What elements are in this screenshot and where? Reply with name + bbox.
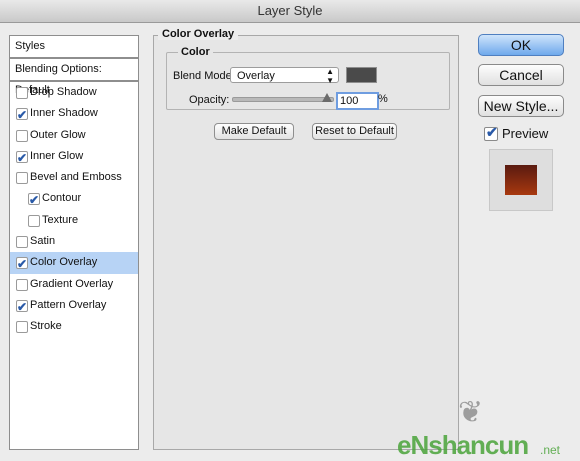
style-item-drop-shadow[interactable]: Drop Shadow — [10, 82, 138, 103]
butterfly-icon: ❦ — [458, 396, 484, 429]
styles-list: Styles Blending Options: Default Drop Sh… — [9, 35, 139, 450]
blending-options-item[interactable]: Blending Options: Default — [10, 59, 138, 96]
cancel-button[interactable]: Cancel — [478, 64, 564, 86]
opacity-slider-thumb[interactable] — [322, 93, 332, 102]
style-checkbox[interactable] — [16, 297, 28, 318]
opacity-label: Opacity: — [189, 94, 230, 106]
style-checkbox[interactable] — [16, 321, 28, 334]
style-item-label: Pattern Overlay — [30, 298, 107, 311]
style-item-inner-shadow[interactable]: Inner Shadow — [10, 103, 138, 126]
style-item-inner-glow[interactable]: Inner Glow — [10, 146, 138, 169]
style-item-color-overlay[interactable]: Color Overlay — [10, 252, 138, 275]
style-item-label: Gradient Overlay — [30, 277, 114, 290]
color-group-title: Color — [178, 46, 213, 58]
reset-to-default-button[interactable]: Reset to Default — [312, 123, 397, 140]
watermark-logo: eNshancun — [397, 430, 529, 460]
style-item-satin[interactable]: Satin — [10, 231, 138, 252]
style-item-contour[interactable]: Contour — [10, 188, 138, 211]
make-default-button[interactable]: Make Default — [214, 123, 294, 140]
opacity-input[interactable]: 100 — [336, 92, 379, 110]
style-checkbox[interactable] — [16, 278, 28, 291]
style-item-texture[interactable]: Texture — [10, 210, 138, 231]
style-item-label: Color Overlay — [30, 256, 98, 269]
section-title: Color Overlay — [158, 28, 239, 40]
select-arrows-icon: ▲ ▼ — [326, 67, 334, 85]
style-item-gradient-overlay[interactable]: Gradient Overlay — [10, 274, 138, 295]
style-item-label: Satin — [30, 235, 56, 248]
style-checkbox[interactable] — [16, 129, 28, 142]
style-item-label: Inner Glow — [30, 149, 84, 162]
overlay-color-swatch[interactable] — [346, 67, 377, 83]
style-item-pattern-overlay[interactable]: Pattern Overlay — [10, 295, 138, 318]
watermark-suffix: .net — [540, 443, 561, 457]
preview-label: Preview — [502, 126, 549, 141]
style-item-label: Outer Glow — [30, 128, 86, 141]
style-item-stroke[interactable]: Stroke — [10, 316, 138, 337]
preview-swatch — [505, 165, 537, 195]
style-checkbox[interactable] — [28, 190, 40, 211]
style-item-label: Inner Shadow — [30, 107, 98, 120]
preview-checkbox[interactable] — [484, 124, 498, 141]
blend-mode-value: Overlay — [237, 70, 275, 82]
style-item-bevel-and-emboss[interactable]: Bevel and Emboss — [10, 167, 138, 188]
style-item-label: Texture — [42, 213, 79, 226]
blend-mode-label: Blend Mode: — [173, 70, 235, 82]
style-checkbox[interactable] — [16, 148, 28, 169]
style-checkbox[interactable] — [16, 236, 28, 249]
style-checkbox[interactable] — [16, 254, 28, 275]
style-item-label: Bevel and Emboss — [30, 171, 122, 184]
opacity-slider-track[interactable] — [232, 97, 334, 102]
dialog-content: Styles Blending Options: Default Drop Sh… — [0, 23, 580, 460]
opacity-unit: % — [378, 93, 388, 105]
style-item-label: Drop Shadow — [30, 86, 97, 98]
styles-header[interactable]: Styles — [10, 36, 138, 59]
preview-thumbnail — [489, 149, 553, 211]
style-item-outer-glow[interactable]: Outer Glow — [10, 125, 138, 146]
style-item-label: Stroke — [30, 320, 62, 333]
style-checkbox[interactable] — [16, 105, 28, 126]
style-checkbox[interactable] — [16, 87, 28, 99]
style-checkbox[interactable] — [28, 214, 40, 227]
style-checkbox[interactable] — [16, 172, 28, 185]
blend-mode-select[interactable]: Overlay ▲ ▼ — [230, 67, 339, 85]
ok-button[interactable]: OK — [478, 34, 564, 56]
style-item-label: Contour — [42, 192, 82, 205]
new-style-button[interactable]: New Style... — [478, 95, 564, 117]
window-title: Layer Style — [0, 0, 580, 23]
style-items-container: Drop Shadow Inner Shadow Outer Glow Inner G… — [10, 82, 138, 338]
